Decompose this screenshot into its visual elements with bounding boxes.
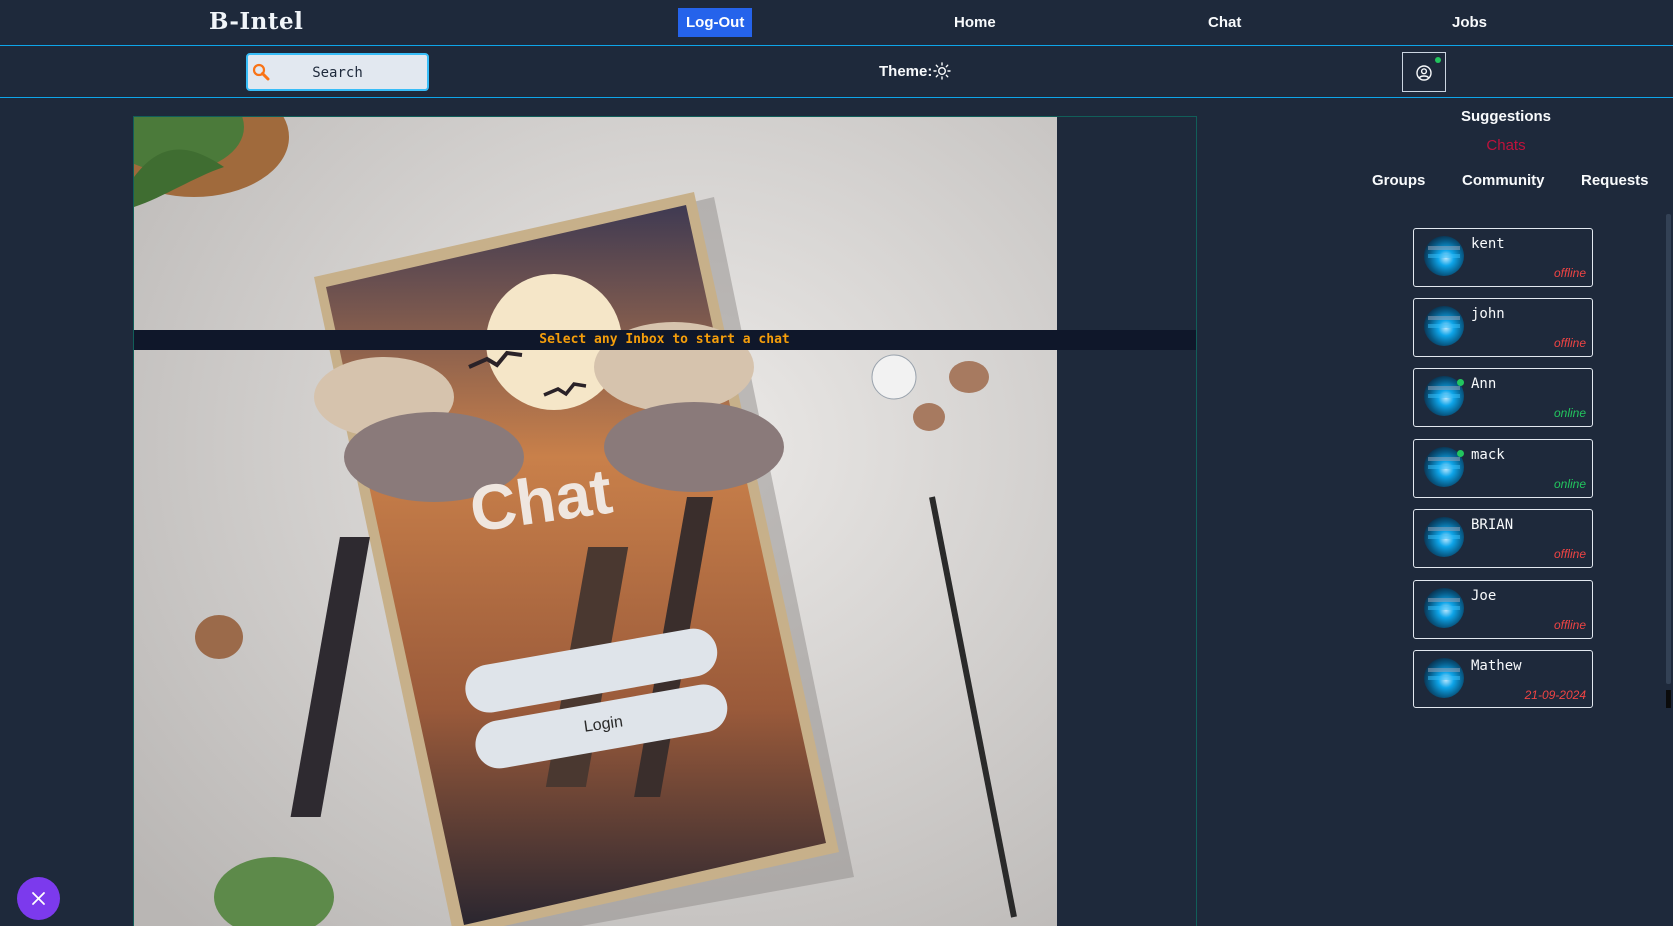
suggestions-link[interactable]: Suggestions	[1360, 108, 1652, 125]
nav-home-link[interactable]: Home	[954, 14, 996, 31]
contact-last-seen: 21-09-2024	[1524, 688, 1586, 702]
contact-status: offline	[1553, 618, 1586, 632]
contact-name: Joe	[1471, 588, 1497, 604]
contact-status: offline	[1553, 547, 1586, 561]
user-circle-icon	[1416, 65, 1432, 81]
tab-community[interactable]: Community	[1462, 172, 1545, 189]
avatar	[1424, 658, 1464, 698]
online-indicator	[1457, 379, 1464, 386]
contact-name: kent	[1471, 236, 1505, 252]
empty-chat-banner: Select any Inbox to start a chat	[134, 330, 1196, 350]
contact-name: mack	[1471, 447, 1505, 463]
top-navbar: B-Intel Log-Out Home Chat Jobs	[0, 0, 1673, 46]
contact-name: Ann	[1471, 376, 1497, 392]
contact-item[interactable]: Joe offline	[1413, 580, 1593, 639]
chats-section-label[interactable]: Chats	[1360, 137, 1652, 154]
contact-status: offline	[1553, 266, 1586, 280]
close-button[interactable]	[17, 877, 60, 920]
contact-item[interactable]: john offline	[1413, 298, 1593, 357]
scrollbar-thumb[interactable]	[1666, 690, 1671, 708]
logout-button[interactable]: Log-Out	[678, 8, 753, 37]
online-indicator	[1457, 450, 1464, 457]
nav-chat-link[interactable]: Chat	[1208, 14, 1241, 31]
contact-name: BRIAN	[1471, 517, 1514, 533]
search-label: Search	[312, 65, 363, 81]
contacts-scrollbar[interactable]	[1666, 214, 1671, 684]
avatar	[1424, 517, 1464, 557]
contact-status: online	[1553, 406, 1586, 420]
contact-item[interactable]: BRIAN offline	[1413, 509, 1593, 568]
contact-item[interactable]: Ann online	[1413, 368, 1593, 427]
toolbar: Search Theme:	[0, 46, 1673, 98]
avatar	[1424, 588, 1464, 628]
contact-item[interactable]: mack online	[1413, 439, 1593, 498]
chat-panel: Chat Login Select any Inbox to start a c…	[133, 116, 1197, 926]
online-indicator	[1435, 57, 1441, 63]
contact-status: online	[1553, 477, 1586, 491]
profile-button[interactable]	[1402, 52, 1446, 92]
avatar	[1424, 236, 1464, 276]
sun-icon[interactable]	[933, 62, 951, 80]
theme-label: Theme:	[879, 63, 933, 80]
contact-item[interactable]: Mathew 21-09-2024	[1413, 650, 1593, 708]
contact-name: john	[1471, 306, 1505, 322]
contact-status: offline	[1553, 336, 1586, 350]
tab-requests[interactable]: Requests	[1581, 172, 1649, 189]
contact-name: Mathew	[1471, 658, 1522, 674]
chat-hero-illustration: Chat Login	[134, 117, 1057, 926]
brand-logo[interactable]: B-Intel	[209, 8, 303, 35]
tab-groups[interactable]: Groups	[1372, 172, 1425, 189]
search-box[interactable]: Search	[246, 53, 429, 91]
close-icon	[32, 892, 45, 905]
nav-jobs-link[interactable]: Jobs	[1452, 14, 1487, 31]
avatar	[1424, 306, 1464, 346]
contact-item[interactable]: kent offline	[1413, 228, 1593, 287]
empty-chat-message: Select any Inbox to start a chat	[539, 332, 790, 347]
